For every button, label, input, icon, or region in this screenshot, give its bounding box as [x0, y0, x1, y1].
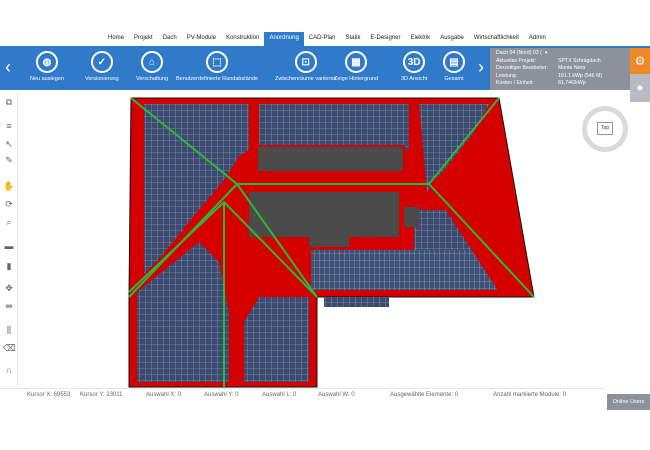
info-key: Derzeitiger Bearbeiter:: [496, 65, 548, 71]
side-panel-toggle[interactable]: ◆: [630, 74, 650, 102]
left-tool-column: ⧉ ≡ ↖ ✎ ✋ ⟳ ⌕ ▬ ▮ ✥ ⇹ ⫼ ⌫ ∩: [0, 92, 18, 392]
tool-label: Zwischenräume variieren: [275, 76, 337, 82]
toolbar-prev-arrow[interactable]: ‹: [5, 58, 11, 76]
list-icon[interactable]: ≡: [3, 120, 15, 132]
split-icon[interactable]: ⫼: [3, 324, 15, 336]
roof-selector[interactable]: Dach 04 (Nord) 03 (▾: [496, 50, 624, 58]
tool-margins-button[interactable]: ⬚ Benutzerdefinierte Randabstände: [176, 51, 258, 82]
nav-item-cad-plan[interactable]: CAD-Plan: [304, 32, 341, 46]
tool-house-button[interactable]: ⌂ Verschattung: [136, 51, 168, 82]
tool-label: Versionierung: [85, 76, 119, 82]
top-view-button[interactable]: Top: [597, 122, 613, 135]
tool-map-button[interactable]: ▦ Zeige Hintergrund: [334, 51, 378, 82]
tool-3d-button[interactable]: 3D 3D Ansicht: [401, 51, 427, 82]
zoom-icon[interactable]: ⌕: [3, 216, 15, 228]
copy-icon[interactable]: ⧉: [3, 96, 15, 108]
info-value: Monte Nera: [558, 65, 586, 71]
vertical-panel-icon[interactable]: ▮: [3, 260, 15, 272]
nav-item-anordnung[interactable]: Anordnung: [264, 32, 304, 46]
nav-item-statik[interactable]: Statik: [340, 32, 365, 46]
cursor-x-readout: Kursor X: 69553: [27, 392, 71, 398]
rotate-icon[interactable]: ⟳: [3, 198, 15, 210]
tool-label: Zeige Hintergrund: [334, 76, 379, 82]
top-navigation: Home Projekt Dach PV-Module Konstruktion Anor…: [0, 0, 650, 47]
nav-item-dach[interactable]: Dach: [158, 32, 182, 46]
tool-globe-button[interactable]: ◍ Neu auslegen: [30, 51, 64, 82]
nav-item-e-designer[interactable]: E-Designer: [366, 32, 406, 46]
obstacle-areas: [249, 145, 419, 247]
info-value: 81,74€/kWp: [558, 80, 586, 86]
roof-drawing[interactable]: [19, 92, 630, 388]
house-icon: ⌂: [141, 51, 164, 73]
tool-label: Neu auslegen: [30, 76, 64, 82]
roof-canvas[interactable]: [19, 92, 630, 388]
overview-icon: ▤: [443, 51, 465, 73]
nav-item-admin[interactable]: Admin: [524, 32, 551, 46]
cursor-y-readout: Kursor Y: 23011: [80, 392, 123, 398]
globe-icon: ◍: [35, 51, 58, 73]
check-icon: ✓: [90, 51, 113, 73]
info-value: SPTX Schrägdach: [558, 57, 601, 64]
nav-item-pv-module[interactable]: PV-Module: [182, 32, 221, 46]
magnet-icon[interactable]: ∩: [3, 364, 15, 376]
roof-dropdown-icon: ▾: [544, 50, 548, 56]
tool-label: 3D Ansicht: [401, 76, 428, 82]
map-icon: ▦: [345, 51, 368, 73]
tool-check-button[interactable]: ✓ Versionierung: [85, 51, 119, 82]
info-row: Leistung: 191.1 kWp (546 M): [496, 73, 624, 81]
nav-item-wirtschaftlichkeit[interactable]: Wirtschaftlichkeit: [469, 32, 524, 46]
tool-label: Benutzerdefinierte Randabstände: [176, 76, 258, 82]
marked-modules-readout: Anzahl markierte Module: 0: [493, 392, 567, 398]
spacing-icon: ⊡: [294, 51, 317, 73]
info-row: Derzeitiger Bearbeiter: Monte Nera: [496, 65, 624, 73]
settings-gear-button[interactable]: ⚙: [630, 48, 650, 74]
arrangement-toolbar: ‹ ◍ Neu auslegen ✓ Versionierung ⌂ Verschattu…: [0, 48, 490, 90]
hand-pan-icon[interactable]: ✋: [3, 180, 15, 192]
info-key: Aktuelles Projekt:: [496, 57, 537, 64]
pencil-icon[interactable]: ✎: [3, 154, 15, 166]
tool-overview-button[interactable]: ▤ Gesamt: [443, 51, 465, 82]
select-pointer-icon[interactable]: ↖: [3, 138, 15, 150]
status-bar: Kursor X: 69553 Kursor Y: 23011 Auswahl …: [0, 388, 605, 400]
horizontal-panel-icon[interactable]: ▬: [3, 240, 15, 252]
info-row: Kosten / Einheit: 81,74€/kWp: [496, 80, 624, 88]
info-key: Leistung:: [496, 72, 518, 79]
margins-icon: ⬚: [205, 51, 228, 73]
selection-l-readout: Auswahl L: 0: [262, 392, 297, 398]
selected-elements-readout: Ausgewählte Elemente: 0: [390, 392, 459, 398]
nav-item-home[interactable]: Home: [103, 32, 129, 46]
nav-item-elektrik[interactable]: Elektrik: [406, 32, 436, 46]
info-row: Aktuelles Projekt: SPTX Schrägdach: [496, 58, 624, 66]
align-icon[interactable]: ⇹: [3, 300, 15, 312]
info-value: 191.1 kWp (546 M): [558, 72, 603, 79]
project-info-panel: Dach 04 (Nord) 03 (▾ Aktuelles Projekt: S…: [490, 48, 630, 90]
nav-item-konstruktion[interactable]: Konstruktion: [221, 32, 264, 46]
toolbar-next-arrow[interactable]: ›: [478, 58, 484, 76]
3d-icon: 3D: [403, 51, 426, 73]
selection-y-readout: Auswahl Y: 0: [204, 392, 239, 398]
selection-w-readout: Auswahl W: 0: [318, 392, 355, 398]
tool-label: Verschattung: [136, 76, 169, 82]
eraser-icon[interactable]: ⌫: [3, 342, 16, 354]
online-users-button[interactable]: Online Users: [607, 394, 650, 410]
view-compass[interactable]: Top: [582, 106, 628, 152]
info-key: Kosten / Einheit:: [496, 80, 534, 86]
move-icon[interactable]: ✥: [3, 282, 15, 294]
app-root: Home Projekt Dach PV-Module Konstruktion Anor…: [0, 0, 650, 450]
tool-spacing-button[interactable]: ⊡ Zwischenräume variieren: [275, 51, 336, 82]
nav-item-projekt[interactable]: Projekt: [129, 32, 158, 46]
roof-label: Dach 04 (Nord) 03 (: [496, 50, 542, 56]
selection-x-readout: Auswahl X: 0: [146, 392, 182, 398]
nav-item-ausgabe[interactable]: Ausgabe: [435, 32, 469, 46]
tool-label: Gesamt: [444, 76, 464, 82]
nav-menu: Home Projekt Dach PV-Module Konstruktion Anor…: [103, 32, 551, 46]
